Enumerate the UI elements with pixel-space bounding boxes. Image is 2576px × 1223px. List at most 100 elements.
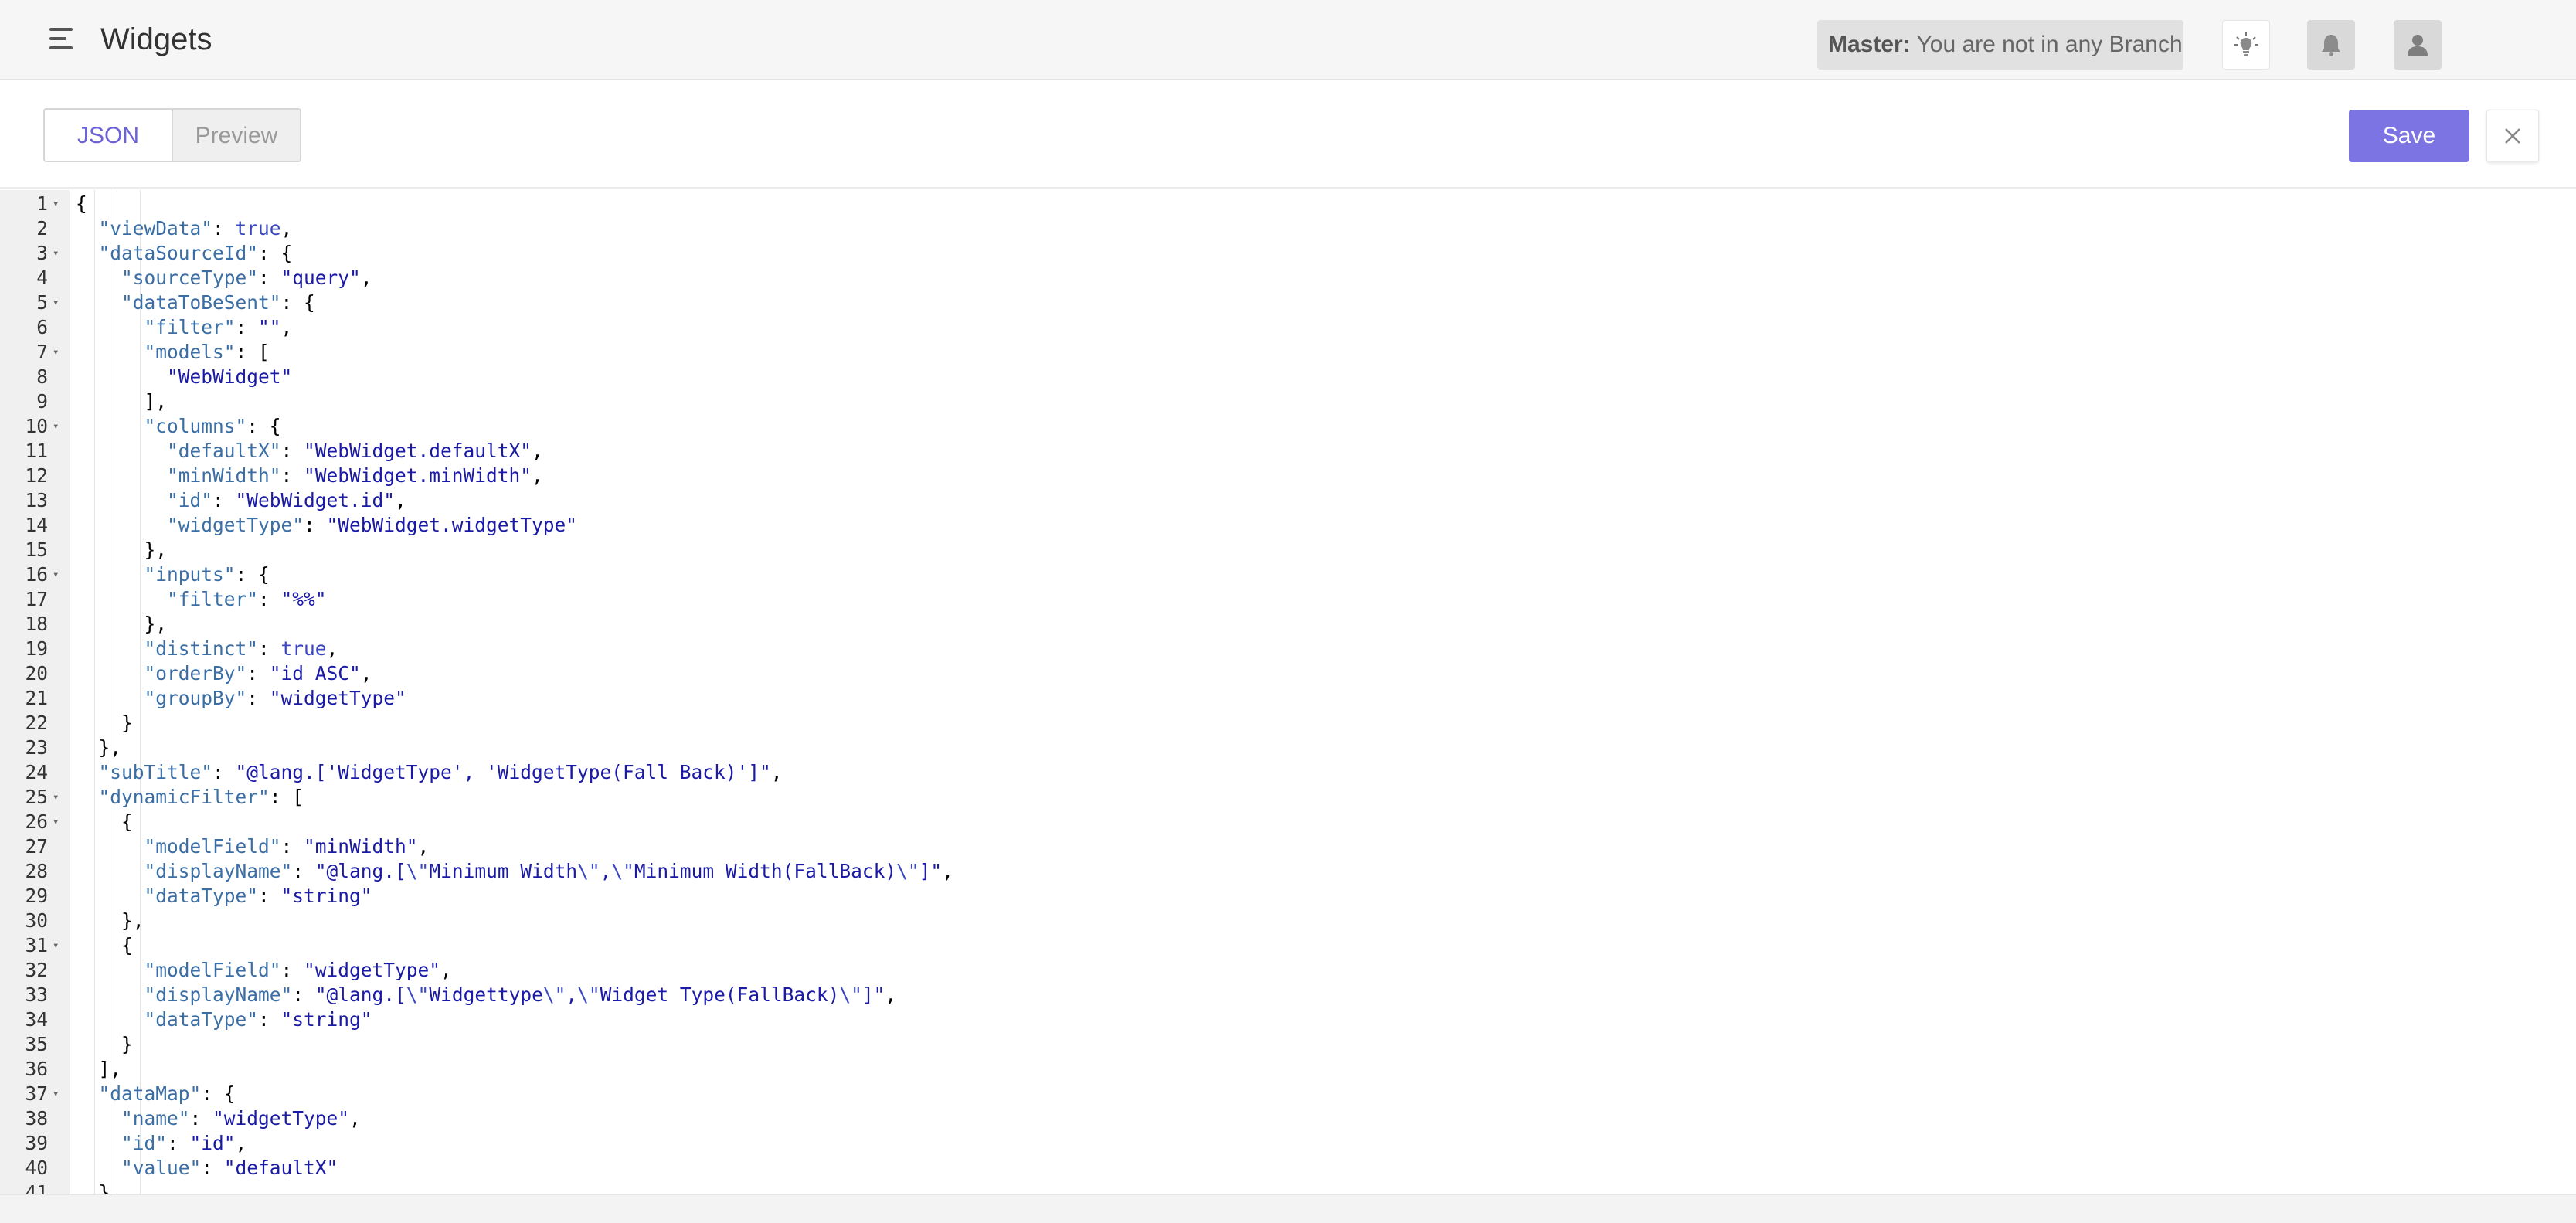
fold-toggle-icon[interactable]: ▾ — [53, 785, 65, 810]
code-line: 5 ▾ "dataToBeSent": { — [0, 290, 2576, 315]
fold-toggle-icon[interactable]: ▾ — [53, 340, 65, 365]
code-line: 37 ▾ "dataMap": { — [0, 1082, 2576, 1106]
code-text: "dataType": "string" — [144, 1007, 372, 1032]
code-token: , — [942, 860, 953, 882]
line-number: 38 — [25, 1107, 48, 1130]
code-token: : — [246, 662, 270, 685]
code-text: "dataMap": { — [99, 1082, 236, 1106]
line-number: 6 — [36, 316, 48, 338]
code-token: "@lang.[ — [314, 860, 406, 882]
code-line: 38 "name": "widgetType", — [0, 1106, 2576, 1131]
code-line: 2 "viewData": true, — [0, 216, 2576, 241]
code-token: : — [280, 440, 304, 462]
code-token: true — [280, 637, 327, 660]
code-text: { — [121, 810, 133, 834]
code-token: : — [280, 959, 304, 981]
json-code-editor[interactable]: 1 ▾{2 "viewData": true, 3 ▾ "dataSourceId": {… — [0, 190, 2576, 1194]
line-number: 27 — [25, 835, 48, 858]
line-number: 2 — [36, 217, 48, 240]
code-text: "value": "defaultX" — [121, 1156, 338, 1181]
code-token: : — [258, 588, 281, 610]
code-text: { — [76, 192, 87, 216]
code-token: "viewData" — [98, 217, 213, 240]
horizontal-scrollbar[interactable] — [0, 1194, 2576, 1223]
code-line: 16 ▾ "inputs": { — [0, 562, 2576, 587]
fold-toggle-icon[interactable]: ▾ — [53, 192, 65, 216]
code-token: \" — [611, 860, 634, 882]
line-number: 40 — [25, 1157, 48, 1179]
line-number: 26 — [25, 810, 48, 833]
code-line: 3 ▾ "dataSourceId": { — [0, 241, 2576, 266]
close-button[interactable] — [2486, 110, 2539, 162]
line-number: 7 — [36, 341, 48, 363]
code-token: \" — [406, 983, 430, 1006]
line-number: 34 — [25, 1008, 48, 1031]
code-line: 8 "WebWidget" — [0, 365, 2576, 389]
code-token: { — [121, 934, 133, 956]
code-text: "WebWidget" — [167, 365, 292, 389]
line-number: 16 — [25, 563, 48, 586]
fold-toggle-icon[interactable]: ▾ — [53, 290, 65, 315]
tab-preview[interactable]: Preview — [172, 108, 301, 162]
code-line: 24 "subTitle": "@lang.['WidgetType', 'Wid… — [0, 760, 2576, 785]
code-token: ], — [144, 390, 168, 413]
code-token: , — [885, 983, 897, 1006]
code-line: 10 ▾ "columns": { — [0, 414, 2576, 439]
code-token: \" — [577, 860, 600, 882]
close-icon — [2505, 128, 2520, 144]
line-number: 17 — [25, 588, 48, 610]
code-token: Minimum Width(FallBack) — [634, 860, 897, 882]
fold-toggle-icon[interactable]: ▾ — [53, 414, 65, 439]
code-token: Widgettype — [429, 983, 543, 1006]
code-token: , — [349, 1107, 361, 1130]
code-token: } — [98, 1181, 110, 1194]
tips-button[interactable] — [2222, 20, 2270, 70]
code-token: : — [201, 1157, 224, 1179]
notifications-button[interactable] — [2307, 20, 2355, 70]
tab-json[interactable]: JSON — [43, 108, 172, 162]
code-token: }, — [144, 538, 168, 561]
code-token: : — [258, 637, 281, 660]
line-number: 12 — [25, 464, 48, 487]
code-token: true — [235, 217, 281, 240]
fold-toggle-icon[interactable]: ▾ — [53, 1082, 65, 1106]
code-token: "minWidth" — [304, 835, 418, 858]
code-text: "models": [ — [144, 340, 270, 365]
user-profile-button[interactable] — [2394, 20, 2442, 70]
code-line: 6 "filter": "", — [0, 315, 2576, 340]
code-token: "id ASC" — [269, 662, 361, 685]
save-button[interactable]: Save — [2349, 110, 2469, 162]
code-token: "displayName" — [144, 983, 293, 1006]
code-line: 29 "dataType": "string" — [0, 884, 2576, 909]
code-token: "dynamicFilter" — [98, 786, 270, 808]
editor-toolbar: JSON Preview Save — [0, 80, 2576, 189]
code-token: "modelField" — [144, 959, 281, 981]
code-line: 31 ▾ { — [0, 933, 2576, 958]
code-token: "sourceType" — [121, 267, 259, 289]
code-token: }, — [121, 909, 144, 932]
fold-toggle-icon[interactable]: ▾ — [53, 810, 65, 834]
branch-selector[interactable]: Master: You are not in any Branch — [1817, 20, 2183, 70]
code-text: ], — [144, 389, 168, 414]
code-line: 33 "displayName": "@lang.[\"Widgettype\",… — [0, 983, 2576, 1007]
menu-icon[interactable] — [49, 28, 73, 49]
code-text: "columns": { — [144, 414, 281, 439]
line-number: 28 — [25, 860, 48, 882]
code-token: , — [326, 637, 338, 660]
code-token: : { — [246, 415, 281, 437]
code-text: "id": "WebWidget.id", — [167, 488, 406, 513]
code-token: } — [121, 1033, 133, 1055]
fold-toggle-icon[interactable]: ▾ — [53, 933, 65, 958]
code-token: "filter" — [144, 316, 236, 338]
code-token: : — [212, 489, 236, 511]
code-line: 21 "groupBy": "widgetType" — [0, 686, 2576, 711]
line-number: 1 — [36, 192, 48, 215]
code-token: "inputs" — [144, 563, 236, 586]
code-token: \" — [542, 983, 566, 1006]
fold-toggle-icon[interactable]: ▾ — [53, 562, 65, 587]
code-token: "groupBy" — [144, 687, 247, 709]
fold-toggle-icon[interactable]: ▾ — [53, 241, 65, 266]
code-token: , — [235, 1132, 247, 1154]
bell-icon — [2322, 35, 2340, 56]
line-number: 3 — [36, 242, 48, 264]
